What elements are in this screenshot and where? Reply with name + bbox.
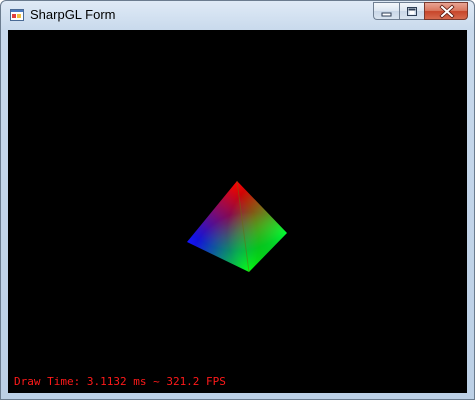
fps-status-text: Draw Time: 3.1132 ms ~ 321.2 FPS — [14, 375, 226, 388]
maximize-icon — [407, 7, 417, 16]
rgb-pyramid — [187, 180, 287, 273]
close-icon — [439, 4, 455, 19]
app-window-icon[interactable] — [10, 9, 24, 21]
minimize-icon — [381, 12, 392, 17]
scene-canvas — [187, 180, 287, 273]
minimize-button[interactable] — [373, 2, 399, 20]
opengl-viewport[interactable]: Draw Time: 3.1132 ms ~ 321.2 FPS — [8, 30, 467, 393]
caption-buttons — [373, 2, 468, 21]
sharpgl-window: SharpGL Form Draw Time: 3.1132 ms ~ 321.… — [0, 0, 475, 400]
close-button[interactable] — [424, 2, 468, 20]
title-bar[interactable]: SharpGL Form — [1, 1, 474, 29]
maximize-button[interactable] — [399, 2, 424, 20]
window-title: SharpGL Form — [30, 7, 116, 22]
